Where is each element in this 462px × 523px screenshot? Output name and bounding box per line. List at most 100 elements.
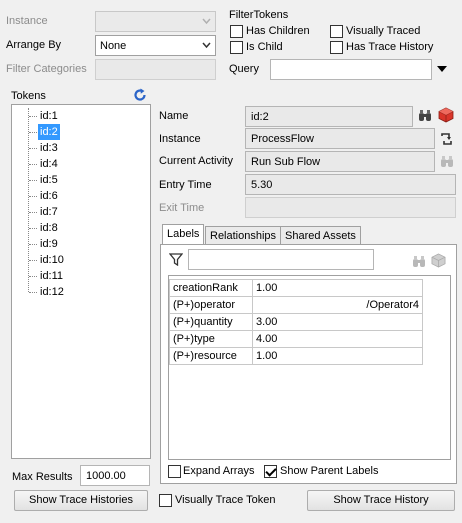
entry-time-label: Entry Time: [159, 179, 212, 191]
tree-branch: [29, 244, 37, 245]
token-tree-item[interactable]: id:12: [38, 284, 66, 300]
token-tree-item[interactable]: id:6: [38, 188, 60, 204]
expand-arrays-checkbox[interactable]: [168, 465, 181, 478]
filter-categories-label: Filter Categories: [6, 63, 87, 75]
label-row[interactable]: (P+)operator/Operator4: [169, 296, 423, 314]
tree-branch: [29, 116, 37, 117]
tree-branch: [29, 180, 37, 181]
has-trace-history-label: Has Trace History: [346, 41, 434, 53]
current-activity-label: Current Activity: [159, 155, 233, 167]
has-children-label: Has Children: [246, 25, 310, 37]
cube-icon[interactable]: [431, 253, 446, 268]
exit-time-label: Exit Time: [159, 202, 205, 214]
binoculars-icon[interactable]: [440, 155, 454, 168]
entry-time-value: 5.30: [251, 179, 273, 191]
binoculars-icon[interactable]: [412, 255, 426, 268]
label-key: creationRank: [169, 279, 253, 297]
query-label: Query: [229, 63, 259, 75]
tree-branch: [29, 228, 37, 229]
tab-shared-assets[interactable]: Shared Assets: [280, 226, 361, 245]
link-icon[interactable]: [439, 131, 455, 147]
max-results-input[interactable]: 1000.00: [80, 465, 150, 486]
token-tree-item[interactable]: id:9: [38, 236, 60, 252]
name-value: id:2: [251, 111, 269, 123]
instance-detail-field[interactable]: ProcessFlow: [245, 128, 435, 149]
has-trace-history-checkbox[interactable]: [330, 41, 343, 54]
is-child-checkbox[interactable]: [230, 41, 243, 54]
tree-branch: [29, 196, 37, 197]
instance-label: Instance: [6, 15, 48, 27]
token-tree-item[interactable]: id:8: [38, 220, 60, 236]
token-tree-item[interactable]: id:2: [38, 124, 60, 140]
arrange-by-value: None: [100, 40, 127, 52]
entry-time-field[interactable]: 5.30: [245, 174, 456, 195]
token-tree-item[interactable]: id:11: [38, 268, 65, 284]
token-tree-item[interactable]: id:7: [38, 204, 60, 220]
tab-labels[interactable]: Labels: [162, 224, 205, 245]
name-label: Name: [159, 110, 189, 122]
query-input[interactable]: [270, 59, 432, 80]
token-tree-item[interactable]: id:1: [38, 108, 60, 124]
label-key: (P+)type: [169, 330, 253, 348]
show-trace-histories-button[interactable]: Show Trace Histories: [14, 490, 148, 511]
tab-relationships[interactable]: Relationships: [205, 226, 282, 245]
is-child-label: Is Child: [246, 41, 283, 53]
tree-connector: [28, 108, 29, 292]
show-parent-labels-checkbox[interactable]: [264, 465, 277, 478]
filter-categories-field[interactable]: [95, 59, 216, 80]
current-activity-value: Run Sub Flow: [251, 156, 321, 168]
tree-branch: [29, 276, 37, 277]
tokens-title: Tokens: [11, 90, 46, 102]
expand-arrays-label: Expand Arrays: [183, 465, 255, 477]
token-tree-item[interactable]: id:4: [38, 156, 60, 172]
refresh-icon[interactable]: [133, 88, 147, 102]
chevron-down-icon: [202, 42, 211, 49]
token-tree-item[interactable]: id:3: [38, 140, 60, 156]
dropdown-arrow-icon[interactable]: [437, 65, 447, 73]
name-field[interactable]: id:2: [245, 106, 413, 127]
current-activity-field[interactable]: Run Sub Flow: [245, 151, 435, 172]
filter-tokens-title: FilterTokens: [229, 9, 289, 21]
max-results-label: Max Results: [12, 471, 73, 483]
visually-trace-token-checkbox[interactable]: [159, 494, 172, 507]
tree-branch: [29, 292, 37, 293]
labels-filter-input[interactable]: [188, 249, 374, 270]
labels-table-frame: creationRank 1.00 (P+)operator/Operator4 (P…: [168, 275, 451, 460]
label-value[interactable]: 3.00: [252, 313, 423, 331]
tree-branch: [29, 164, 37, 165]
tree-branch: [29, 260, 37, 261]
label-value[interactable]: /Operator4: [252, 296, 423, 314]
token-tree-item[interactable]: id:10: [38, 252, 66, 268]
tree-branch: [29, 132, 37, 133]
visually-trace-token-label: Visually Trace Token: [175, 494, 276, 506]
label-value[interactable]: 1.00: [252, 279, 423, 297]
label-key: (P+)resource: [169, 347, 253, 365]
visually-traced-checkbox[interactable]: [330, 25, 343, 38]
label-key: (P+)operator: [169, 296, 253, 314]
instance-dropdown[interactable]: [95, 11, 216, 32]
labels-tab-panel: creationRank 1.00 (P+)operator/Operator4 (P…: [160, 244, 457, 484]
exit-time-field[interactable]: [245, 197, 456, 218]
token-tree[interactable]: id:1 id:2 id:3 id:4 id:5 id:6 id:7 id:8 id:9 id:1…: [11, 104, 151, 459]
arrange-by-dropdown[interactable]: None: [95, 35, 216, 56]
arrange-by-label: Arrange By: [6, 39, 62, 51]
instance-detail-label: Instance: [159, 133, 201, 145]
label-value[interactable]: 1.00: [252, 347, 423, 365]
label-row[interactable]: (P+)resource 1.00: [169, 347, 423, 365]
show-trace-history-button[interactable]: Show Trace History: [307, 490, 455, 511]
label-row[interactable]: (P+)type 4.00: [169, 330, 423, 348]
binoculars-icon[interactable]: [418, 109, 432, 122]
max-results-value: 1000.00: [86, 470, 126, 482]
instance-detail-value: ProcessFlow: [251, 133, 314, 145]
labels-table: creationRank 1.00 (P+)operator/Operator4 (P…: [169, 279, 423, 365]
label-row[interactable]: (P+)quantity 3.00: [169, 313, 423, 331]
show-parent-labels-label: Show Parent Labels: [280, 465, 379, 477]
label-value[interactable]: 4.00: [252, 330, 423, 348]
cube-icon[interactable]: [438, 107, 454, 123]
visually-traced-label: Visually Traced: [346, 25, 421, 37]
tree-branch: [29, 212, 37, 213]
filter-icon[interactable]: [169, 253, 183, 266]
label-row[interactable]: creationRank 1.00: [169, 279, 423, 297]
has-children-checkbox[interactable]: [230, 25, 243, 38]
token-tree-item[interactable]: id:5: [38, 172, 60, 188]
